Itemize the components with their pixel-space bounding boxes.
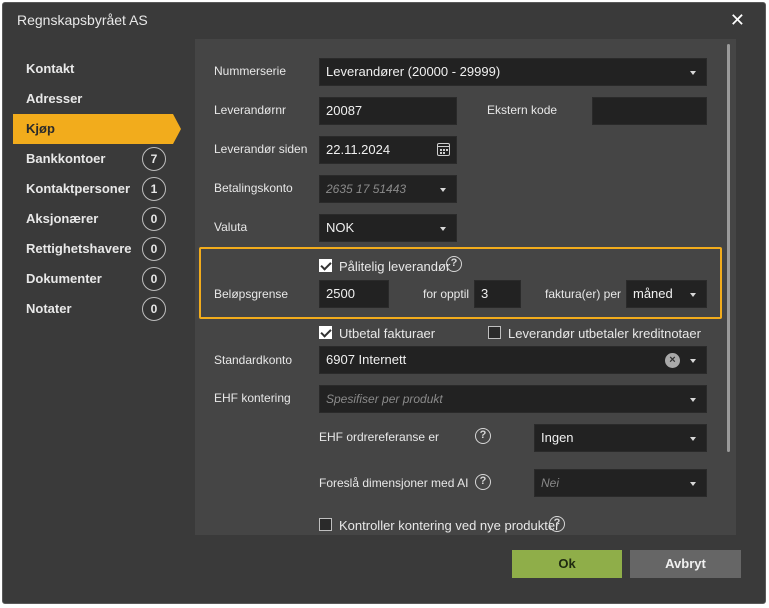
chevron-down-icon: [690, 359, 696, 363]
count-badge: 0: [142, 297, 166, 321]
palitelig-leverandor-label: Pålitelig leverandør: [339, 259, 451, 274]
belopsgrense-value: 2500: [326, 286, 355, 301]
chevron-down-icon: [690, 437, 696, 441]
sidebar-item-label: Adresser: [26, 91, 83, 106]
nummerserie-label: Nummerserie: [214, 64, 287, 78]
utbetal-fakturaer-checkbox[interactable]: [319, 326, 332, 339]
kreditnotaer-label: Leverandør utbetaler kreditnotaer: [508, 326, 701, 341]
sidebar-item-aksjonaerer[interactable]: Aksjonærer 0: [13, 204, 173, 234]
faktura-count-input[interactable]: 3: [474, 280, 521, 308]
sidebar-item-notater[interactable]: Notater 0: [13, 294, 173, 324]
period-value: måned: [633, 286, 673, 301]
utbetal-fakturaer-label: Utbetal fakturaer: [339, 326, 436, 341]
valuta-select[interactable]: NOK: [319, 214, 457, 242]
faktura-per-label: faktura(er) per: [545, 287, 622, 301]
belopsgrense-input[interactable]: 2500: [319, 280, 389, 308]
kontroller-kontering-label: Kontroller kontering ved nye produkter: [339, 518, 560, 533]
sidebar-item-label: Dokumenter: [26, 271, 102, 286]
belopsgrense-label: Beløpsgrense: [214, 287, 289, 301]
ehf-kontering-label: EHF kontering: [214, 391, 291, 405]
sidebar-item-label: Aksjonærer: [26, 211, 99, 226]
for-opptil-label: for opptil: [423, 287, 470, 301]
ehf-kontering-select[interactable]: Spesifiser per produkt: [319, 385, 707, 413]
standardkonto-label: Standardkonto: [214, 353, 293, 367]
foresla-dimensjoner-select[interactable]: Nei: [534, 469, 707, 497]
nummerserie-select[interactable]: Leverandører (20000 - 29999): [319, 58, 707, 86]
leverandornr-label: Leverandørnr: [214, 103, 287, 117]
ehf-ordrereferanse-select[interactable]: Ingen: [534, 424, 707, 452]
chevron-down-icon: [440, 188, 446, 192]
sidebar-item-kontakt[interactable]: Kontakt: [13, 54, 173, 84]
panel-scrollbar[interactable]: [727, 44, 730, 452]
standardkonto-value: 6907 Internett: [326, 352, 407, 367]
help-icon[interactable]: ?: [446, 256, 462, 272]
count-badge: 7: [142, 147, 166, 171]
foresla-dimensjoner-label: Foreslå dimensjoner med AI: [319, 476, 469, 490]
leverandornr-value: 20087: [326, 103, 363, 118]
cancel-button[interactable]: Avbryt: [630, 550, 741, 578]
betalingskonto-select[interactable]: 2635 17 51443: [319, 175, 457, 203]
help-icon[interactable]: ?: [549, 516, 565, 532]
ehf-ordrereferanse-value: Ingen: [541, 430, 574, 445]
count-badge: 0: [142, 207, 166, 231]
leverandor-siden-value: 22.11.2024: [326, 142, 391, 157]
dialog-titlebar: Regnskapsbyrået AS ✕: [3, 3, 765, 39]
dialog-title: Regnskapsbyrået AS: [17, 12, 148, 28]
sidebar-item-bankkontoer[interactable]: Bankkontoer 7: [13, 144, 173, 174]
faktura-count-value: 3: [481, 286, 489, 301]
help-icon[interactable]: ?: [475, 428, 491, 444]
count-badge: 1: [142, 177, 166, 201]
clear-icon[interactable]: ×: [665, 353, 680, 368]
calendar-icon[interactable]: [437, 143, 450, 156]
ok-button[interactable]: Ok: [512, 550, 622, 578]
sidebar-item-kontaktpersoner[interactable]: Kontaktpersoner 1: [13, 174, 173, 204]
sidebar-item-label: Kjøp: [26, 121, 55, 136]
sidebar-item-label: Kontakt: [26, 61, 75, 76]
help-icon[interactable]: ?: [475, 474, 491, 490]
sidebar-item-label: Rettighetshavere: [26, 241, 132, 256]
valuta-value: NOK: [326, 220, 355, 235]
sidebar-item-label: Notater: [26, 301, 72, 316]
valuta-label: Valuta: [214, 220, 248, 234]
sidebar-item-kjop[interactable]: Kjøp: [13, 114, 181, 144]
count-badge: 0: [142, 237, 166, 261]
foresla-dimensjoner-placeholder: Nei: [541, 476, 560, 490]
chevron-down-icon: [690, 71, 696, 75]
close-icon[interactable]: ✕: [730, 10, 745, 31]
sidebar-item-dokumenter[interactable]: Dokumenter 0: [13, 264, 173, 294]
leverandor-siden-label: Leverandør siden: [214, 142, 308, 156]
nummerserie-value: Leverandører (20000 - 29999): [326, 64, 501, 79]
chevron-down-icon: [440, 227, 446, 231]
ekstern-kode-label: Ekstern kode: [487, 103, 558, 117]
period-select[interactable]: måned: [626, 280, 707, 308]
betalingskonto-placeholder: 2635 17 51443: [326, 182, 407, 196]
sidebar-item-adresser[interactable]: Adresser: [13, 84, 173, 114]
betalingskonto-label: Betalingskonto: [214, 181, 293, 195]
sidebar-item-rettighetshavere[interactable]: Rettighetshavere 0: [13, 234, 173, 264]
count-badge: 0: [142, 267, 166, 291]
standardkonto-select[interactable]: 6907 Internett ×: [319, 346, 707, 374]
kontroller-kontering-checkbox[interactable]: [319, 518, 332, 531]
kreditnotaer-checkbox[interactable]: [488, 326, 501, 339]
palitelig-leverandor-checkbox[interactable]: [319, 259, 332, 272]
ehf-kontering-placeholder: Spesifiser per produkt: [326, 392, 443, 406]
leverandornr-input[interactable]: 20087: [319, 97, 457, 125]
leverandor-siden-date-input[interactable]: 22.11.2024: [319, 136, 457, 164]
ekstern-kode-input[interactable]: [592, 97, 707, 125]
ehf-ordrereferanse-label: EHF ordrereferanse er: [319, 430, 440, 444]
sidebar-item-label: Bankkontoer: [26, 151, 106, 166]
chevron-down-icon: [690, 482, 696, 486]
sidebar-item-label: Kontaktpersoner: [26, 181, 131, 196]
chevron-down-icon: [690, 398, 696, 402]
chevron-down-icon: [690, 293, 696, 297]
